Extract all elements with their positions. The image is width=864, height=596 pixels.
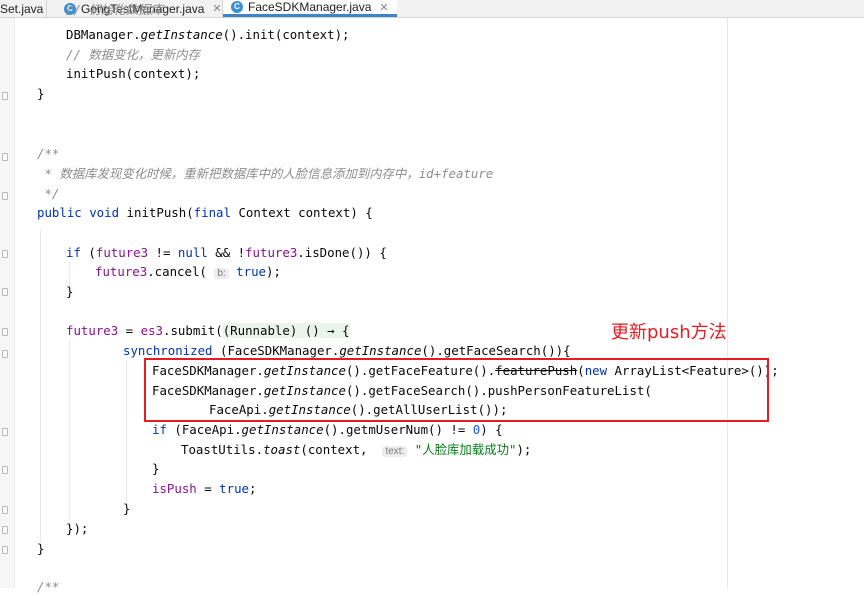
code-line: } — [152, 461, 160, 476]
indent-guide — [69, 340, 70, 525]
fold-marker-icon[interactable] — [2, 328, 8, 336]
code-line: ToastUtils.toast(context, text: "人脸库加载成功… — [181, 442, 532, 457]
code-line: * 数据库发现变化时候，重新把数据库中的人脸信息添加到内存中，id+featur… — [37, 166, 494, 181]
right-margin-guide — [727, 18, 728, 588]
close-icon[interactable]: ✕ — [379, 1, 388, 14]
annotation-label: 更新push方法 — [611, 322, 727, 343]
code-line: /** — [37, 579, 60, 594]
fold-marker-icon[interactable] — [2, 526, 8, 534]
code-line: } — [37, 86, 45, 101]
code-line: future3.cancel( b: true); — [95, 264, 281, 279]
code-line: } — [37, 541, 45, 556]
tab-divider — [46, 0, 47, 17]
class-icon: C — [231, 1, 243, 13]
code-line: initPush(context); — [66, 66, 201, 81]
tab-label: FaceSDKManager.java — [248, 0, 372, 14]
code-line: if (future3 != null && !future3.isDone()… — [66, 245, 387, 260]
code-line: }); — [66, 521, 89, 536]
fold-marker-icon[interactable] — [2, 153, 8, 161]
tab-facesdkmanager[interactable]: C FaceSDKManager.java ✕ — [223, 0, 397, 17]
param-hint: b: — [214, 268, 229, 279]
fold-marker-icon[interactable] — [2, 350, 8, 358]
fold-marker-icon[interactable] — [2, 466, 8, 474]
fold-marker-icon[interactable] — [2, 250, 8, 258]
code-line: DBManager.getInstance().init(context); — [66, 27, 350, 42]
code-line: */ — [37, 186, 60, 201]
tab-label: Set.java — [0, 1, 44, 16]
fold-marker-icon[interactable] — [2, 92, 8, 100]
indent-guide — [40, 230, 41, 542]
fold-marker-icon[interactable] — [2, 428, 8, 436]
code-line: if (FaceApi.getInstance().getmUserNum() … — [152, 422, 503, 437]
code-line: } — [123, 501, 131, 516]
param-hint: text: — [382, 446, 408, 457]
code-line: } — [66, 284, 74, 299]
fold-marker-icon[interactable] — [2, 506, 8, 514]
fold-marker-icon[interactable] — [2, 546, 8, 554]
indent-guide — [126, 360, 127, 506]
fold-marker-icon[interactable] — [2, 288, 8, 296]
code-line: future3 = es3.submit((Runnable) () → { — [66, 323, 350, 338]
code-line: public void initPush(final Context conte… — [37, 205, 373, 220]
editor-gutter — [0, 18, 15, 588]
close-icon[interactable]: ✕ — [212, 2, 221, 15]
tab-set-java[interactable]: Set.java — [0, 0, 43, 17]
fold-marker-icon[interactable] — [2, 192, 8, 200]
code-line: isPush = true; — [152, 481, 257, 496]
code-line: // 初始化数据库 — [66, 2, 163, 17]
code-line: // 数据变化，更新内存 — [66, 47, 200, 62]
annotation-highlight-box — [144, 358, 769, 422]
code-line: /** — [37, 146, 60, 161]
